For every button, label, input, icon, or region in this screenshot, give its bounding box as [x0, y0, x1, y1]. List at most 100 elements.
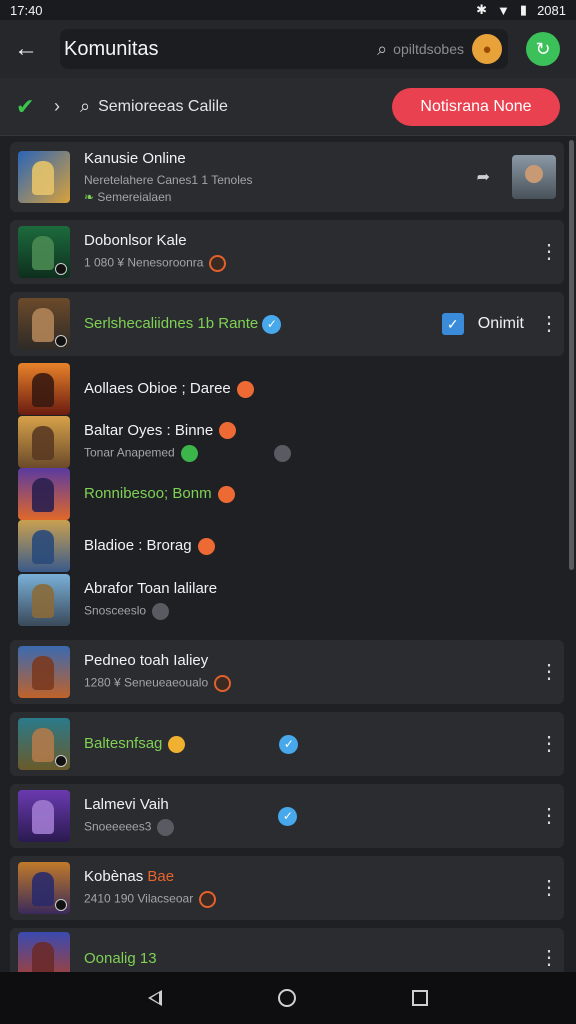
list-item[interactable]: Kobènas Bae 2410 190 Vilacseoar ⋮	[10, 856, 564, 920]
muted-icon	[273, 445, 291, 463]
emoji-icon	[199, 891, 217, 908]
status-time: 17:40	[10, 2, 43, 18]
item-title: Serlshecaliidnes 1b Rante ✓	[84, 314, 442, 334]
list-item[interactable]: Kanusie Online Neretelahere Canes1 1 Ten…	[10, 142, 564, 212]
game-thumbnail	[18, 363, 70, 415]
verified-icon: ✓	[262, 314, 282, 334]
back-arrow-icon[interactable]: ←	[14, 35, 42, 63]
list-item[interactable]: Pedneo toah Ialiey 1280 ¥ Seneueaeoualo …	[10, 640, 564, 704]
emoji-icon	[180, 445, 198, 463]
search-icon[interactable]: ⌕	[80, 96, 90, 117]
item-subtitle: Snoeeeees3	[84, 819, 175, 836]
item-subtitle: 2410 190 Vilacseoar	[84, 891, 534, 908]
filter-label[interactable]: Semioreeas Calile	[98, 98, 392, 116]
item-subtitle: Tonar Anapemed	[84, 445, 564, 463]
game-thumbnail	[18, 718, 70, 770]
game-thumbnail	[18, 932, 70, 972]
list-item[interactable]: Dobonlsor Kale 1 080 ¥ Nenesoroonra ⋮	[10, 220, 564, 284]
more-options-icon[interactable]: ⋮	[534, 878, 564, 898]
list-item[interactable]: Lalmevi Vaih Snoeeeees3 ✓ ⋮	[10, 784, 564, 848]
battery-icon: ▮	[519, 2, 528, 17]
muted-icon	[157, 819, 175, 836]
game-thumbnail	[18, 298, 70, 350]
item-subtitle: 1 080 ¥ Nenesoroonra	[84, 255, 534, 272]
list-item[interactable]: Aollaes Obioe ; Daree	[10, 362, 564, 416]
refresh-button[interactable]: ↻	[526, 32, 560, 66]
list-item[interactable]: Serlshecaliidnes 1b Rante ✓ ✓ Onimit ⋮	[10, 292, 564, 356]
list-item[interactable]: Oonalig 13 ⋮	[10, 928, 564, 972]
item-subtitle: Snosceeslo	[84, 603, 564, 620]
emoji-icon	[219, 422, 237, 440]
checkbox-label: Onimit	[477, 315, 524, 332]
list-item[interactable]: Abrafor Toan lalilare Snosceeslo	[10, 572, 564, 628]
more-options-icon[interactable]: ⋮	[534, 662, 564, 682]
list-item[interactable]: Bladioe : Brorag	[10, 520, 564, 572]
item-title: Bladioe : Brorag	[84, 537, 564, 555]
item-subtitle-2: ❧ Semereialaen	[84, 190, 172, 204]
checkmark-icon[interactable]: ✔	[16, 94, 44, 120]
item-title: Baltar Oyes : Binne	[84, 422, 564, 440]
verified-icon: ✓	[279, 734, 299, 754]
community-list: Kanusie Online Neretelahere Canes1 1 Ten…	[0, 136, 576, 972]
system-nav-bar	[0, 972, 576, 1024]
item-subtitle: Neretelahere Canes1 1 Tenoles	[84, 173, 253, 187]
cookie-emoji-icon[interactable]: ●	[472, 34, 502, 64]
refresh-icon: ↻	[535, 38, 551, 59]
item-title: Ronnibesoo; Bonm	[84, 485, 564, 503]
muted-icon	[152, 603, 170, 620]
item-title: Pedneo toah Ialiey	[84, 652, 209, 669]
game-thumbnail	[18, 862, 70, 914]
list-item[interactable]: Ronnibesoo; Bonm	[10, 468, 564, 520]
game-thumbnail	[18, 151, 70, 203]
item-title: Baltesnfsag	[84, 735, 186, 753]
list-item[interactable]: Baltar Oyes : Binne Tonar Anapemed	[10, 416, 564, 468]
more-options-icon[interactable]: ⋮	[534, 948, 564, 968]
emoji-icon	[209, 255, 227, 272]
bluetooth-icon: ✱	[476, 2, 488, 17]
item-title: Dobonlsor Kale	[84, 232, 187, 249]
top-app-bar: ← Komunitas ⌕ opiltdsobes ● ↻	[0, 20, 576, 78]
game-thumbnail	[18, 226, 70, 278]
emoji-icon	[214, 675, 232, 692]
game-thumbnail	[18, 646, 70, 698]
emoji-icon	[236, 380, 254, 398]
nav-recents-icon[interactable]	[412, 990, 428, 1006]
scrollbar[interactable]	[569, 140, 574, 570]
game-thumbnail	[18, 416, 70, 468]
item-title: Lalmevi Vaih	[84, 796, 169, 813]
more-options-icon[interactable]: ⋮	[534, 734, 564, 754]
more-options-icon[interactable]: ⋮	[534, 806, 564, 826]
game-thumbnail	[18, 520, 70, 572]
notification-button[interactable]: Notisrana None	[392, 87, 560, 126]
list-item[interactable]: Baltesnfsag ✓ ⋮	[10, 712, 564, 776]
search-box[interactable]: Komunitas ⌕ opiltdsobes ●	[60, 29, 508, 69]
item-title: Aollaes Obioe ; Daree	[84, 380, 564, 398]
item-title: Abrafor Toan lalilare	[84, 580, 218, 597]
emoji-icon	[197, 537, 215, 555]
verified-icon: ✓	[278, 806, 298, 826]
more-options-icon[interactable]: ⋮	[534, 242, 564, 262]
wifi-icon: ▼	[497, 2, 510, 18]
select-checkbox[interactable]: ✓	[441, 313, 464, 335]
filter-bar: ✔ › ⌕ Semioreeas Calile Notisrana None	[0, 78, 576, 136]
leaf-icon: ❧	[84, 190, 95, 204]
item-title: Kobènas Bae	[84, 868, 175, 885]
game-thumbnail	[18, 574, 70, 626]
emoji-icon	[217, 485, 235, 503]
chevron-right-icon[interactable]: ›	[54, 96, 72, 117]
more-options-icon[interactable]: ⋮	[534, 314, 564, 334]
avatar[interactable]	[512, 155, 556, 199]
status-icons: ✱ ▼ ▮ 2081	[476, 2, 566, 18]
status-bar: 17:40 ✱ ▼ ▮ 2081	[0, 0, 576, 20]
game-thumbnail	[18, 468, 70, 520]
search-hint: opiltdsobes	[393, 41, 464, 57]
nav-back-icon[interactable]	[148, 990, 162, 1006]
emoji-icon	[168, 735, 186, 753]
share-icon[interactable]: ➦	[477, 167, 490, 187]
nav-home-icon[interactable]	[278, 989, 296, 1007]
search-icon[interactable]: ⌕	[377, 39, 387, 60]
item-subtitle: 1280 ¥ Seneueaeoualo	[84, 675, 534, 692]
status-right-text: 2081	[537, 2, 566, 18]
game-thumbnail	[18, 790, 70, 842]
item-title: Oonalig 13	[84, 949, 157, 967]
